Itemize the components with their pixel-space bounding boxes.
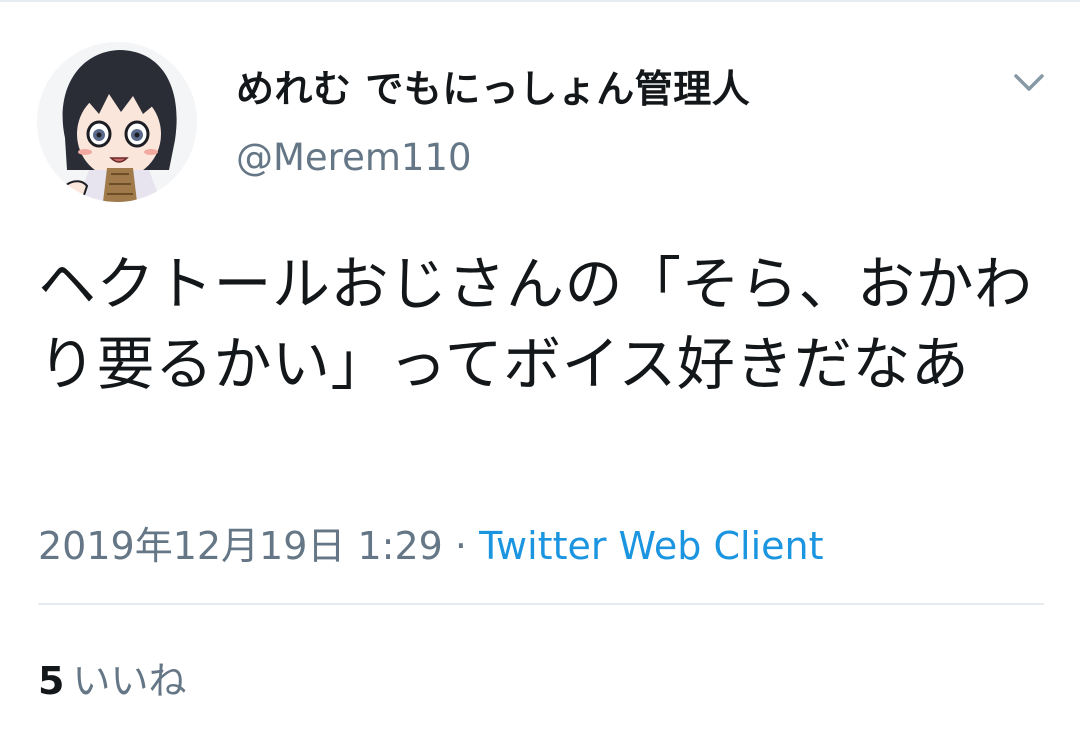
chevron-down-icon <box>1014 74 1044 91</box>
likes-count: 5 <box>38 659 65 703</box>
author-display-name[interactable]: めれむ でもにっしょん管理人 <box>236 58 750 113</box>
tweet-timestamp[interactable]: 2019年12月19日 1:29 <box>38 524 443 568</box>
meta-separator: · <box>454 524 468 568</box>
avatar-illustration <box>37 42 197 202</box>
avatar[interactable] <box>37 42 197 202</box>
stats-divider <box>38 603 1044 605</box>
tweet-menu-button[interactable] <box>1010 66 1048 100</box>
author-handle[interactable]: @Merem110 <box>236 136 472 179</box>
likes-label: いいね <box>72 659 187 703</box>
tweet-meta: 2019年12月19日 1:29 · Twitter Web Client <box>38 515 823 570</box>
top-divider <box>0 0 1080 2</box>
tweet-source-link[interactable]: Twitter Web Client <box>479 524 823 568</box>
likes-stat[interactable]: 5 いいね <box>38 650 186 705</box>
tweet-text: ヘクトールおじさんの「そら、おかわり要るかい」ってボイス好きだなあ <box>38 250 1033 398</box>
